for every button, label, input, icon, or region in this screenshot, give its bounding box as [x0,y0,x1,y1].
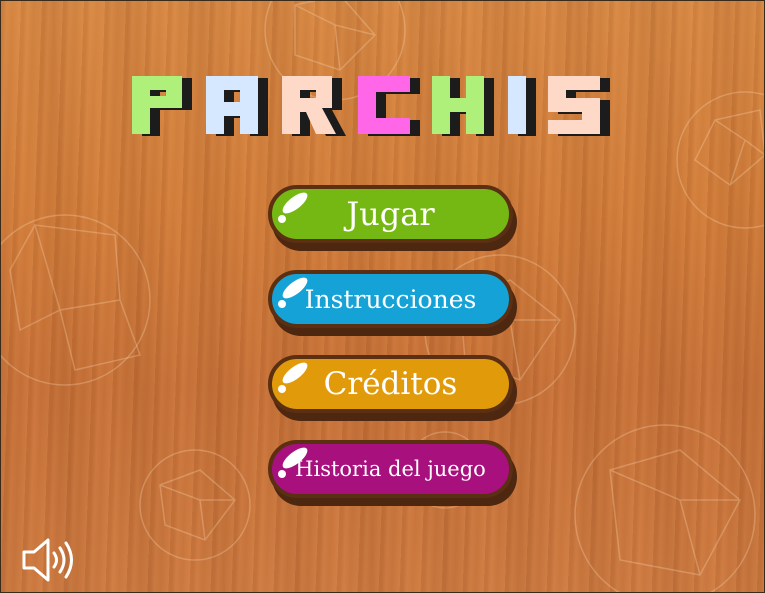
logo-letter-i [508,76,536,136]
logo-letter-a [206,76,268,136]
button-shine-dot [278,385,286,393]
button-shine-dot [278,215,286,223]
speaker-on-icon[interactable] [20,536,76,584]
logo-letter-p [132,76,192,136]
play-button-label: Jugar [346,195,435,233]
instructions-button-label: Instrucciones [304,284,477,314]
history-button[interactable]: Historia del juego [268,440,513,498]
button-shine [279,359,311,387]
credits-button[interactable]: Créditos [268,355,513,413]
logo-letter-s [548,76,610,136]
button-shine-dot [278,470,286,478]
logo-letter-c [358,76,420,136]
instructions-button[interactable]: Instrucciones [268,270,513,328]
logo-letter-h [432,76,494,136]
credits-button-label: Créditos [323,366,458,402]
parchis-logo [132,76,610,136]
play-button[interactable]: Jugar [268,185,513,243]
wood-background: Jugar Instrucciones Créditos Historia de… [0,0,765,593]
history-button-label: Historia del juego [295,457,486,481]
logo-letter-r [282,76,346,136]
button-shine-dot [278,300,286,308]
button-shine [279,189,311,217]
